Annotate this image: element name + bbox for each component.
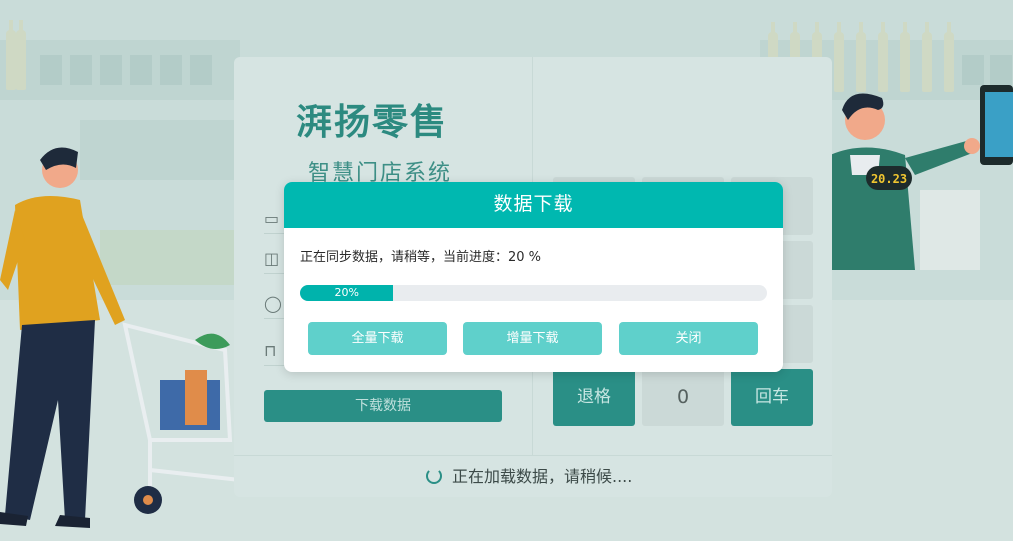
incremental-download-button[interactable]: 增量下载: [463, 322, 602, 355]
dialog-title: 数据下载: [284, 182, 783, 228]
progress-bar: 20%: [300, 285, 767, 301]
full-download-button[interactable]: 全量下载: [308, 322, 447, 355]
data-download-dialog: 数据下载 正在同步数据，请稍等，当前进度：20 % 20% 全量下载 增量下载 …: [284, 182, 783, 372]
sync-status-text: 正在同步数据，请稍等，当前进度：20 %: [300, 250, 542, 265]
progress-bar-fill: 20%: [300, 285, 394, 301]
close-button[interactable]: 关闭: [619, 322, 758, 355]
